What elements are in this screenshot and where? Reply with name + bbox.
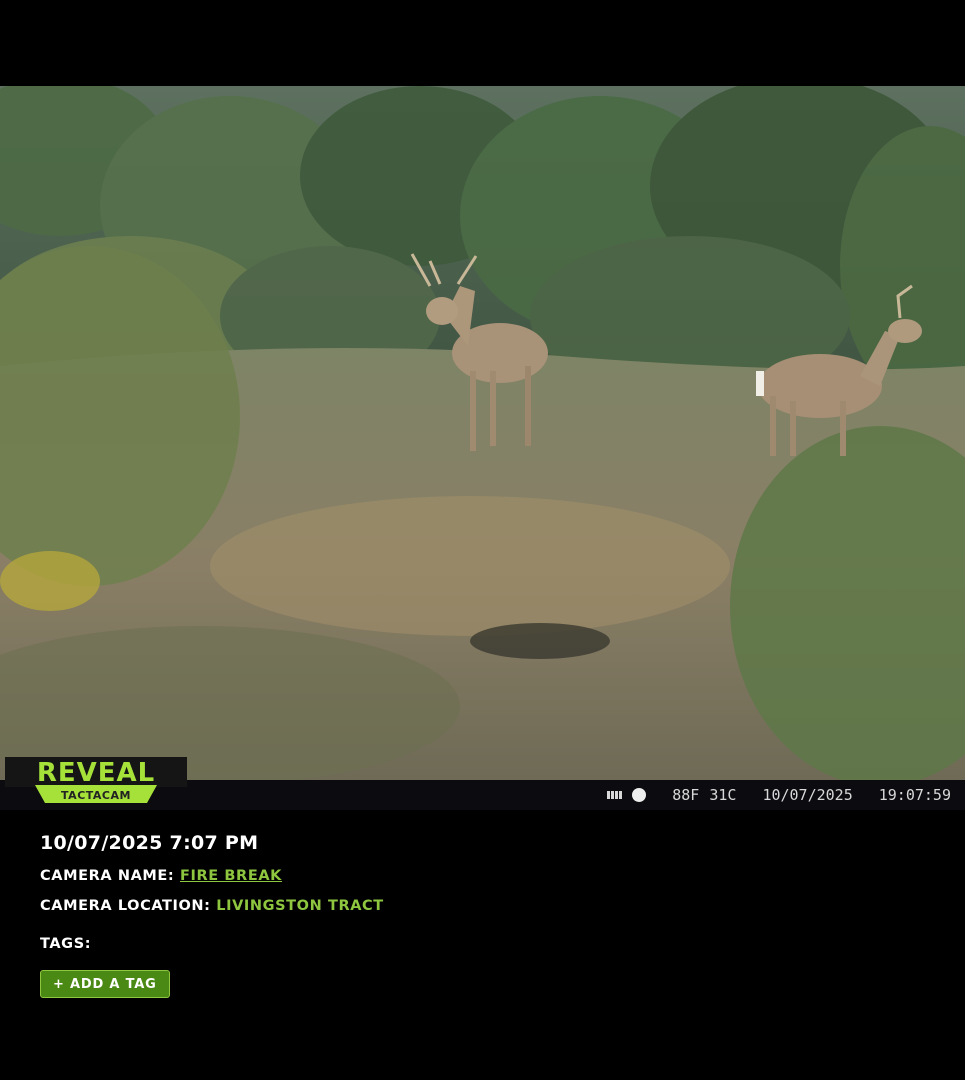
add-tag-button[interactable]: + ADD A TAG (40, 970, 170, 998)
battery-icon (607, 791, 623, 799)
capture-date: 10/07/2025 (762, 786, 853, 804)
svg-text:TACTACAM: TACTACAM (61, 789, 131, 802)
temperature-celsius: 31C (709, 786, 737, 804)
camera-status-readout: 88F 31C 10/07/2025 19:07:59 (607, 783, 951, 807)
camera-location-label: CAMERA LOCATION: (40, 898, 211, 914)
camera-location-row: CAMERA LOCATION: LIVINGSTON TRACT (40, 898, 384, 914)
temperature-fahrenheit: 88F (672, 786, 700, 804)
photo-datetime: 10/07/2025 7:07 PM (40, 832, 259, 854)
camera-name-row: CAMERA NAME: FIRE BREAK (40, 868, 384, 884)
trail-camera-photo (0, 86, 965, 782)
reveal-tactacam-logo: REVEAL TACTACAM (5, 757, 187, 805)
camera-name-link[interactable]: FIRE BREAK (180, 868, 282, 884)
tags-label: TAGS: (40, 936, 92, 952)
camera-name-label: CAMERA NAME: (40, 868, 175, 884)
moon-phase-icon (632, 788, 647, 802)
camera-location-value: LIVINGSTON TRACT (216, 898, 384, 914)
photo-scene (0, 86, 965, 782)
photo-details: 10/07/2025 7:07 PM CAMERA NAME: FIRE BRE… (40, 832, 384, 998)
capture-time: 19:07:59 (878, 786, 951, 804)
svg-text:REVEAL: REVEAL (37, 758, 155, 788)
